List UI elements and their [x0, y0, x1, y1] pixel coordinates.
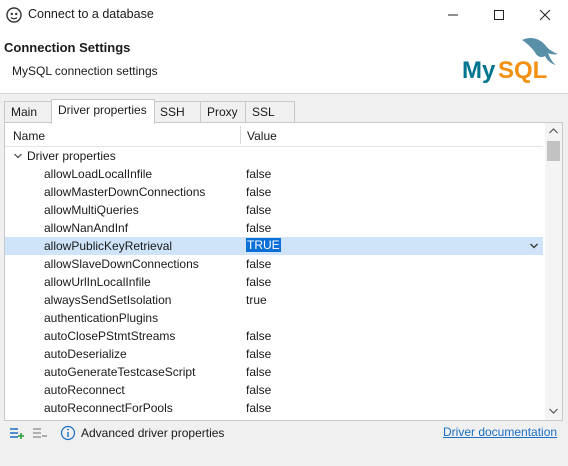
table-row[interactable]: autoClosePStmtStreams false — [5, 327, 543, 345]
maximize-icon — [494, 10, 504, 20]
property-value[interactable]: false — [246, 167, 271, 181]
tab-label: Proxy — [207, 105, 238, 119]
property-name: allowMasterDownConnections — [44, 185, 206, 199]
property-value[interactable]: false — [246, 383, 271, 397]
group-row-driver-properties[interactable]: Driver properties — [5, 147, 543, 165]
remove-property-icon[interactable] — [32, 425, 48, 441]
table-row[interactable]: autoReconnectForPools false — [5, 399, 543, 417]
property-name: allowPublicKeyRetrieval — [44, 239, 173, 253]
tab-ssl[interactable]: SSL — [245, 101, 295, 123]
column-header-value[interactable]: Value — [247, 129, 277, 143]
property-value[interactable]: false — [246, 401, 271, 415]
table-row[interactable]: autoReconnect false — [5, 381, 543, 399]
dialog-footer: Advanced driver properties Driver docume… — [0, 422, 568, 444]
property-name: autoReconnect — [44, 383, 125, 397]
property-value[interactable]: false — [246, 275, 271, 289]
mysql-logo: My SQL — [462, 38, 558, 84]
tab-label: SSH — [160, 105, 185, 119]
advanced-properties-label: Advanced driver properties — [81, 426, 225, 440]
property-name: allowSlaveDownConnections — [44, 257, 199, 271]
window-title: Connect to a database — [28, 7, 154, 21]
page-subtitle: MySQL connection settings — [12, 64, 158, 78]
tab-label: SSL — [252, 105, 275, 119]
property-value[interactable]: false — [246, 185, 271, 199]
property-value[interactable]: false — [246, 347, 271, 361]
driver-documentation-link[interactable]: Driver documentation — [443, 425, 557, 439]
property-name: authenticationPlugins — [44, 311, 159, 325]
property-value[interactable]: false — [246, 221, 271, 235]
property-name: allowNanAndInf — [44, 221, 129, 235]
table-row[interactable]: allowSlaveDownConnections false — [5, 255, 543, 273]
property-name: alwaysSendSetIsolation — [44, 293, 172, 307]
tab-main[interactable]: Main — [4, 101, 52, 123]
property-value[interactable]: true — [246, 293, 267, 307]
property-name: allowMultiQueries — [44, 203, 139, 217]
property-value[interactable]: false — [246, 329, 271, 343]
close-icon — [539, 9, 551, 21]
dbeaver-app-icon — [6, 7, 22, 23]
add-property-icon[interactable] — [9, 425, 25, 441]
property-name: allowUrlInLocalInfile — [44, 275, 151, 289]
column-divider[interactable] — [240, 126, 241, 144]
scrollbar-thumb[interactable] — [547, 141, 560, 161]
chevron-down-icon[interactable] — [13, 151, 23, 161]
tab-label: Driver properties — [58, 103, 147, 117]
driver-properties-panel: Name Value Driver properties allowLoadLo… — [4, 122, 563, 421]
table-header: Name Value — [5, 123, 543, 147]
title-bar: Connect to a database — [0, 0, 568, 30]
vertical-scrollbar[interactable] — [545, 123, 562, 420]
group-label: Driver properties — [27, 149, 116, 163]
property-value[interactable]: false — [246, 257, 271, 271]
chevron-down-icon[interactable] — [529, 241, 539, 251]
table-row[interactable]: allowLoadLocalInfile false — [5, 165, 543, 183]
page-title: Connection Settings — [4, 40, 131, 55]
table-row[interactable]: allowNanAndInf false — [5, 219, 543, 237]
logo-text: My — [462, 57, 496, 84]
minimize-icon — [448, 14, 458, 16]
tab-proxy[interactable]: Proxy — [200, 101, 246, 123]
minimize-button[interactable] — [430, 0, 476, 30]
table-row[interactable]: allowUrlInLocalInfile false — [5, 273, 543, 291]
property-name: autoClosePStmtStreams — [44, 329, 176, 343]
table-row[interactable]: autoGenerateTestcaseScript false — [5, 363, 543, 381]
scroll-up-arrow-icon[interactable] — [548, 126, 559, 136]
property-value[interactable]: false — [246, 365, 271, 379]
column-header-name[interactable]: Name — [13, 129, 45, 143]
table-row[interactable]: authenticationPlugins — [5, 309, 543, 327]
property-value-editor[interactable]: TRUE — [246, 238, 281, 252]
property-name: allowLoadLocalInfile — [44, 167, 153, 181]
table-row-selected[interactable]: allowPublicKeyRetrieval TRUE — [5, 237, 543, 255]
property-name: autoGenerateTestcaseScript — [44, 365, 196, 379]
tab-label: Main — [11, 105, 38, 119]
table-row[interactable]: alwaysSendSetIsolation true — [5, 291, 543, 309]
table-row[interactable]: allowMasterDownConnections false — [5, 183, 543, 201]
table-row[interactable]: autoDeserialize false — [5, 345, 543, 363]
maximize-button[interactable] — [476, 0, 522, 30]
svg-text:SQL: SQL — [498, 57, 547, 84]
table-row[interactable]: allowMultiQueries false — [5, 201, 543, 219]
properties-tree: Driver properties allowLoadLocalInfile fa… — [5, 147, 543, 417]
property-value[interactable]: false — [246, 203, 271, 217]
info-icon — [60, 425, 76, 441]
tab-driver-properties[interactable]: Driver properties — [51, 99, 155, 124]
scroll-down-arrow-icon[interactable] — [548, 406, 559, 416]
dialog-header: Connection Settings MySQL connection set… — [0, 30, 568, 94]
tab-ssh[interactable]: SSH — [153, 101, 201, 123]
property-name: autoReconnectForPools — [44, 401, 173, 415]
close-button[interactable] — [522, 0, 568, 30]
property-name: autoDeserialize — [44, 347, 127, 361]
